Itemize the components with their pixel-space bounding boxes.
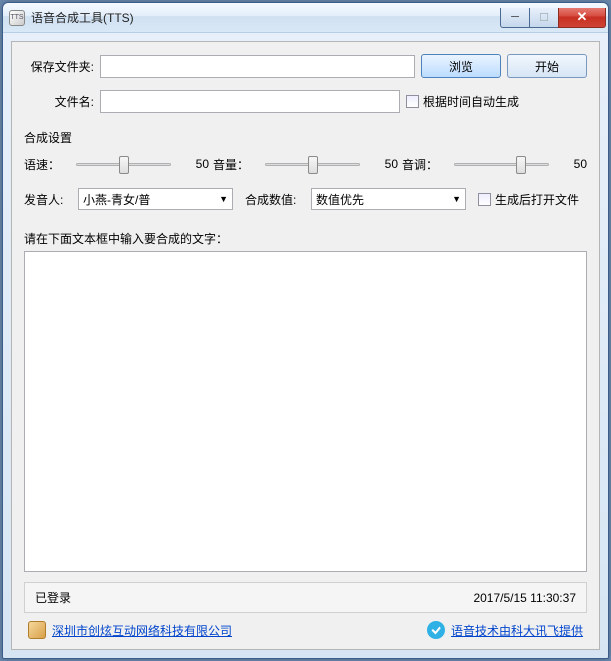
pitch-slider[interactable]	[454, 154, 549, 174]
window-controls: ─ ☐ ✕	[501, 8, 606, 28]
save-folder-label: 保存文件夹:	[24, 58, 94, 75]
volume-group: 音量： 50	[213, 154, 398, 174]
main-panel: 保存文件夹: 浏览 开始 文件名: 根据时间自动生成 合成设置 语速：	[11, 41, 600, 650]
titlebar[interactable]: TTS 语音合成工具(TTS) ─ ☐ ✕	[3, 3, 608, 33]
start-button[interactable]: 开始	[507, 54, 587, 78]
filename-input[interactable]	[100, 90, 400, 113]
speed-slider[interactable]	[76, 154, 171, 174]
quality-label: 合成数值:	[245, 191, 305, 208]
slider-thumb[interactable]	[119, 156, 129, 174]
settings-title: 合成设置	[24, 129, 587, 146]
slider-track	[454, 163, 549, 166]
links-row: 深圳市创炫互动网络科技有限公司 语音技术由科大讯飞提供	[24, 619, 587, 641]
company-icon	[28, 621, 46, 639]
timestamp: 2017/5/15 11:30:37	[473, 591, 576, 605]
app-window: TTS 语音合成工具(TTS) ─ ☐ ✕ 保存文件夹: 浏览 开始 文件名: …	[2, 2, 609, 659]
iflytek-icon	[427, 621, 445, 639]
auto-time-label: 根据时间自动生成	[423, 93, 519, 110]
speed-group: 语速： 50	[24, 154, 209, 174]
app-icon: TTS	[9, 10, 25, 26]
provider-text: 语音技术由科大讯飞提供	[451, 622, 583, 639]
maximize-button[interactable]: ☐	[529, 8, 559, 28]
chevron-down-icon: ▼	[452, 194, 461, 204]
filename-row: 文件名: 根据时间自动生成	[24, 90, 587, 113]
pitch-label: 音调：	[402, 156, 446, 173]
filename-label: 文件名:	[24, 93, 94, 110]
slider-thumb[interactable]	[516, 156, 526, 174]
login-status: 已登录	[35, 589, 71, 606]
checkbox-icon	[406, 95, 419, 108]
slider-thumb[interactable]	[308, 156, 318, 174]
chevron-down-icon: ▼	[219, 194, 228, 204]
speaker-label: 发音人:	[24, 191, 72, 208]
synthesis-text-input[interactable]	[24, 251, 587, 572]
volume-label: 音量：	[213, 156, 257, 173]
editor-prompt: 请在下面文本框中输入要合成的文字：	[24, 230, 587, 247]
auto-time-checkbox-wrap[interactable]: 根据时间自动生成	[406, 93, 519, 110]
speed-value: 50	[179, 157, 209, 171]
speed-label: 语速：	[24, 156, 68, 173]
sliders-row: 语速： 50 音量： 50 音调：	[24, 154, 587, 174]
save-folder-row: 保存文件夹: 浏览 开始	[24, 54, 587, 78]
volume-slider[interactable]	[265, 154, 360, 174]
checkbox-icon	[478, 193, 491, 206]
provider-link[interactable]: 语音技术由科大讯飞提供	[427, 621, 583, 639]
speaker-value: 小燕-青女/普	[83, 191, 150, 208]
quality-combo[interactable]: 数值优先 ▼	[311, 188, 466, 210]
speaker-row: 发音人: 小燕-青女/普 ▼ 合成数值: 数值优先 ▼ 生成后打开文件	[24, 188, 587, 210]
quality-value: 数值优先	[316, 191, 364, 208]
speaker-combo[interactable]: 小燕-青女/普 ▼	[78, 188, 233, 210]
footer: 已登录 2017/5/15 11:30:37 深圳市创炫互动网络科技有限公司 语…	[24, 582, 587, 641]
open-after-label: 生成后打开文件	[495, 191, 579, 208]
minimize-button[interactable]: ─	[500, 8, 530, 28]
client-area: 保存文件夹: 浏览 开始 文件名: 根据时间自动生成 合成设置 语速：	[3, 33, 608, 658]
browse-button[interactable]: 浏览	[421, 54, 501, 78]
save-folder-input[interactable]	[100, 55, 415, 78]
company-link[interactable]: 深圳市创炫互动网络科技有限公司	[28, 621, 232, 639]
window-title: 语音合成工具(TTS)	[31, 9, 501, 26]
company-text: 深圳市创炫互动网络科技有限公司	[52, 622, 232, 639]
volume-value: 50	[368, 157, 398, 171]
pitch-group: 音调： 50	[402, 154, 587, 174]
close-button[interactable]: ✕	[558, 8, 606, 28]
open-after-checkbox-wrap[interactable]: 生成后打开文件	[478, 191, 579, 208]
status-bar: 已登录 2017/5/15 11:30:37	[24, 582, 587, 613]
pitch-value: 50	[557, 157, 587, 171]
